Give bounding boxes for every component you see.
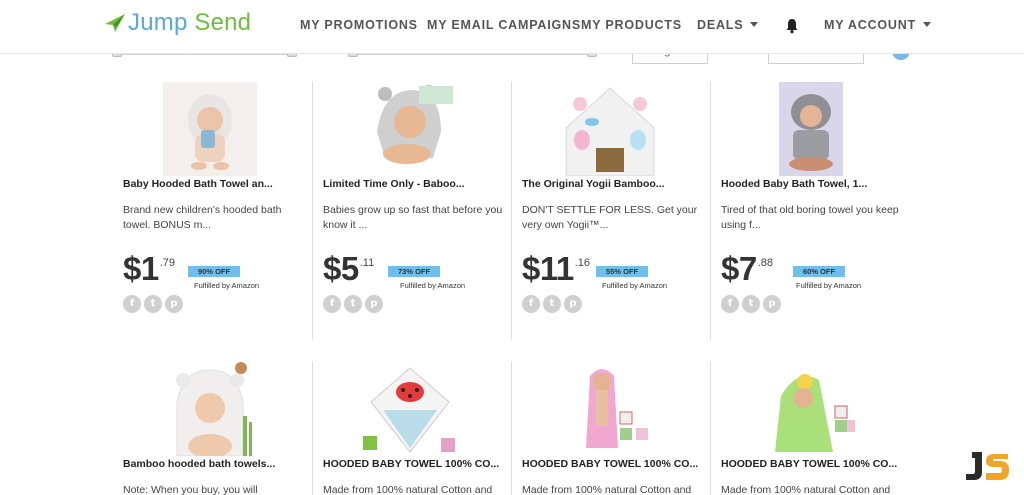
nav-deals-label: DEALS (697, 18, 744, 32)
product-card[interactable]: HOODED BABY TOWEL 100% CO... Made from 1… (311, 362, 511, 495)
twitter-icon[interactable]: t (543, 295, 561, 313)
product-card[interactable]: HOODED BABY TOWEL 100% CO... Made from 1… (510, 362, 710, 495)
product-description: Note: When you buy, you will (123, 484, 258, 495)
nav-my-products[interactable]: MY PRODUCTS (581, 18, 682, 32)
pinterest-icon[interactable]: p (165, 295, 183, 313)
product-description: Made from 100% natural Cotton and (323, 484, 493, 495)
product-image[interactable] (163, 362, 257, 456)
page: Categories Newest Deals Jump Send MY PRO… (0, 0, 1024, 495)
fulfilled-by-label: Fulfilled by Amazon (400, 281, 466, 290)
brand-logo[interactable]: Jump Send (104, 9, 251, 37)
product-title[interactable]: Bamboo hooded bath towels... (123, 458, 308, 470)
product-description: Babies grow up so fast that before you k… (323, 204, 503, 231)
fulfilled-by-label: Fulfilled by Amazon (602, 281, 668, 290)
fulfilled-by-label: Fulfilled by Amazon (194, 281, 260, 290)
product-description: Tired of that old boring towel you keep … (721, 204, 899, 231)
pinterest-icon[interactable]: p (763, 295, 781, 313)
nav-my-promotions[interactable]: MY PROMOTIONS (300, 18, 418, 32)
product-card[interactable]: Hooded Baby Bath Towel, 1... Tired of th… (709, 82, 909, 332)
product-description: Made from 100% natural Cotton and (721, 484, 891, 495)
product-title[interactable]: The Original Yogii Bamboo... (522, 178, 707, 190)
discount-badge: 90% OFF (188, 266, 241, 277)
top-navbar: Jump Send MY PROMOTIONS MY EMAIL CAMPAIG… (0, 0, 1024, 54)
product-title[interactable]: HOODED BABY TOWEL 100% CO... (721, 458, 906, 470)
facebook-icon[interactable]: f (323, 295, 341, 313)
product-image[interactable] (761, 362, 855, 456)
product-title[interactable]: Hooded Baby Bath Towel, 1... (721, 178, 906, 190)
facebook-icon[interactable]: f (721, 295, 739, 313)
discount-badge: 73% OFF (388, 266, 441, 277)
pinterest-icon[interactable]: p (564, 295, 582, 313)
twitter-icon[interactable]: t (344, 295, 362, 313)
product-title[interactable]: HOODED BABY TOWEL 100% CO... (522, 458, 707, 470)
nav-my-email-campaigns[interactable]: MY EMAIL CAMPAIGNS (427, 18, 581, 32)
chevron-down-icon (750, 22, 759, 27)
product-price: $5.11 (323, 250, 375, 287)
share-buttons: f t p (323, 295, 383, 313)
chevron-down-icon (923, 22, 932, 27)
twitter-icon[interactable]: t (144, 295, 162, 313)
share-buttons: f t p (123, 295, 183, 313)
product-image[interactable] (363, 362, 457, 456)
twitter-icon[interactable]: t (742, 295, 760, 313)
fulfilled-by-label: Fulfilled by Amazon (796, 281, 862, 290)
discount-badge: 60% OFF (793, 266, 846, 277)
js-watermark-logo (966, 452, 1009, 480)
share-buttons: f t p (522, 295, 582, 313)
product-image[interactable] (363, 82, 457, 176)
product-card[interactable]: Bamboo hooded bath towels... Note: When … (111, 362, 311, 495)
product-card[interactable]: HOODED BABY TOWEL 100% CO... Made from 1… (709, 362, 909, 495)
product-image[interactable] (560, 82, 660, 176)
facebook-icon[interactable]: f (123, 295, 141, 313)
product-image[interactable] (779, 82, 843, 176)
product-description: Brand new children's hooded bath towel. … (123, 204, 282, 231)
product-title[interactable]: HOODED BABY TOWEL 100% CO... (323, 458, 508, 470)
product-price: $11.16 (522, 250, 591, 287)
paper-plane-icon (105, 14, 125, 32)
brand-name: Jump Send (128, 9, 252, 36)
product-card[interactable]: Limited Time Only - Baboo... Babies grow… (311, 82, 511, 332)
facebook-icon[interactable]: f (522, 295, 540, 313)
product-title[interactable]: Limited Time Only - Baboo... (323, 178, 508, 190)
discount-badge: 55% OFF (596, 266, 649, 277)
product-image[interactable] (562, 362, 656, 456)
pinterest-icon[interactable]: p (365, 295, 383, 313)
product-price: $7.88 (721, 250, 774, 287)
product-title[interactable]: Baby Hooded Bath Towel an... (123, 178, 308, 190)
nav-my-account[interactable]: MY ACCOUNT (824, 18, 932, 32)
nav-deals[interactable]: DEALS (697, 18, 759, 32)
product-card[interactable]: The Original Yogii Bamboo... DON'T SETTL… (510, 82, 710, 332)
share-buttons: f t p (721, 295, 781, 313)
bell-icon[interactable] (785, 18, 799, 34)
product-price: $1.79 (123, 250, 176, 287)
product-card[interactable]: Baby Hooded Bath Towel an... Brand new c… (111, 82, 311, 332)
product-description: DON'T SETTLE FOR LESS. Get your very own… (522, 204, 698, 231)
product-image[interactable] (163, 82, 257, 176)
product-description: Made from 100% natural Cotton and (522, 484, 692, 495)
nav-my-account-label: MY ACCOUNT (824, 18, 917, 32)
